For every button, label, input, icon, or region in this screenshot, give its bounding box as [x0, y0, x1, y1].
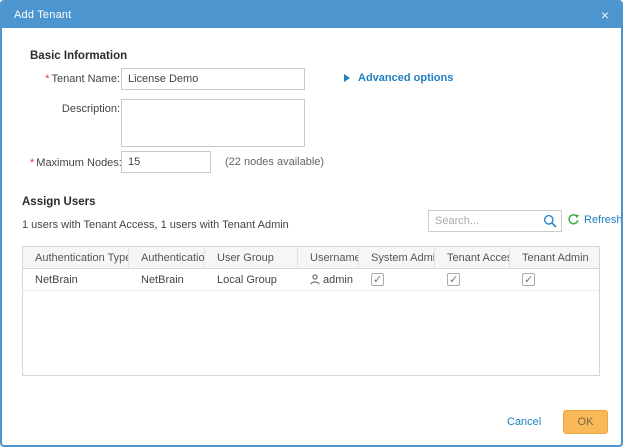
dialog-title: Add Tenant — [14, 9, 71, 21]
refresh-label: Refresh — [584, 214, 623, 226]
column-header-username[interactable]: Username — [298, 247, 359, 268]
table-row[interactable]: NetBrain NetBrain Local Group admin — [23, 269, 599, 291]
basic-information-title: Basic Information — [30, 50, 127, 62]
advanced-options-link[interactable]: Advanced options — [344, 72, 453, 84]
assign-users-summary: 1 users with Tenant Access, 1 users with… — [22, 219, 289, 231]
required-asterisk: * — [30, 157, 34, 169]
tenant-name-input[interactable] — [121, 68, 305, 90]
maximum-nodes-label: *Maximum Nodes: — [30, 157, 120, 169]
nodes-available-note: (22 nodes available) — [225, 156, 324, 168]
cell-system-admin — [359, 269, 435, 290]
description-label: Description: — [30, 103, 120, 115]
cell-username: admin — [298, 269, 359, 290]
ok-button[interactable]: OK — [563, 410, 608, 434]
column-header-authentication-server[interactable]: Authentication Se... — [129, 247, 205, 268]
refresh-icon — [567, 213, 580, 226]
tenant-access-checkbox[interactable] — [447, 273, 460, 286]
cell-authentication-server: NetBrain — [129, 269, 205, 290]
assign-users-title: Assign Users — [22, 196, 96, 208]
required-asterisk: * — [45, 73, 49, 85]
search-input[interactable] — [428, 210, 562, 232]
search-box — [428, 210, 562, 232]
description-textarea[interactable] — [121, 99, 305, 147]
tenant-admin-checkbox[interactable] — [522, 273, 535, 286]
tenant-name-label: *Tenant Name: — [30, 73, 120, 85]
user-icon — [310, 274, 320, 285]
column-header-tenant-access[interactable]: Tenant Access — [435, 247, 510, 268]
assign-users-table: Authentication Type Authentication Se...… — [22, 246, 600, 376]
cell-tenant-access — [435, 269, 510, 290]
add-tenant-dialog: Add Tenant × Basic Information *Tenant N… — [0, 0, 623, 447]
cell-authentication-type: NetBrain — [23, 269, 129, 290]
expand-right-icon — [344, 74, 350, 82]
cell-tenant-admin — [510, 269, 599, 290]
column-header-user-group[interactable]: User Group — [205, 247, 298, 268]
advanced-options-label: Advanced options — [358, 72, 453, 84]
table-header-row: Authentication Type Authentication Se...… — [23, 247, 599, 269]
close-icon[interactable]: × — [601, 2, 609, 28]
cell-user-group: Local Group — [205, 269, 298, 290]
column-header-authentication-type[interactable]: Authentication Type — [23, 247, 129, 268]
system-admin-checkbox[interactable] — [371, 273, 384, 286]
column-header-system-admin[interactable]: System Admin — [359, 247, 435, 268]
refresh-button[interactable]: Refresh — [567, 213, 623, 226]
dialog-titlebar: Add Tenant × — [2, 2, 621, 28]
search-icon[interactable] — [543, 214, 557, 231]
maximum-nodes-input[interactable] — [121, 151, 211, 173]
cancel-button[interactable]: Cancel — [507, 416, 541, 428]
column-header-tenant-admin[interactable]: Tenant Admin — [510, 247, 599, 268]
